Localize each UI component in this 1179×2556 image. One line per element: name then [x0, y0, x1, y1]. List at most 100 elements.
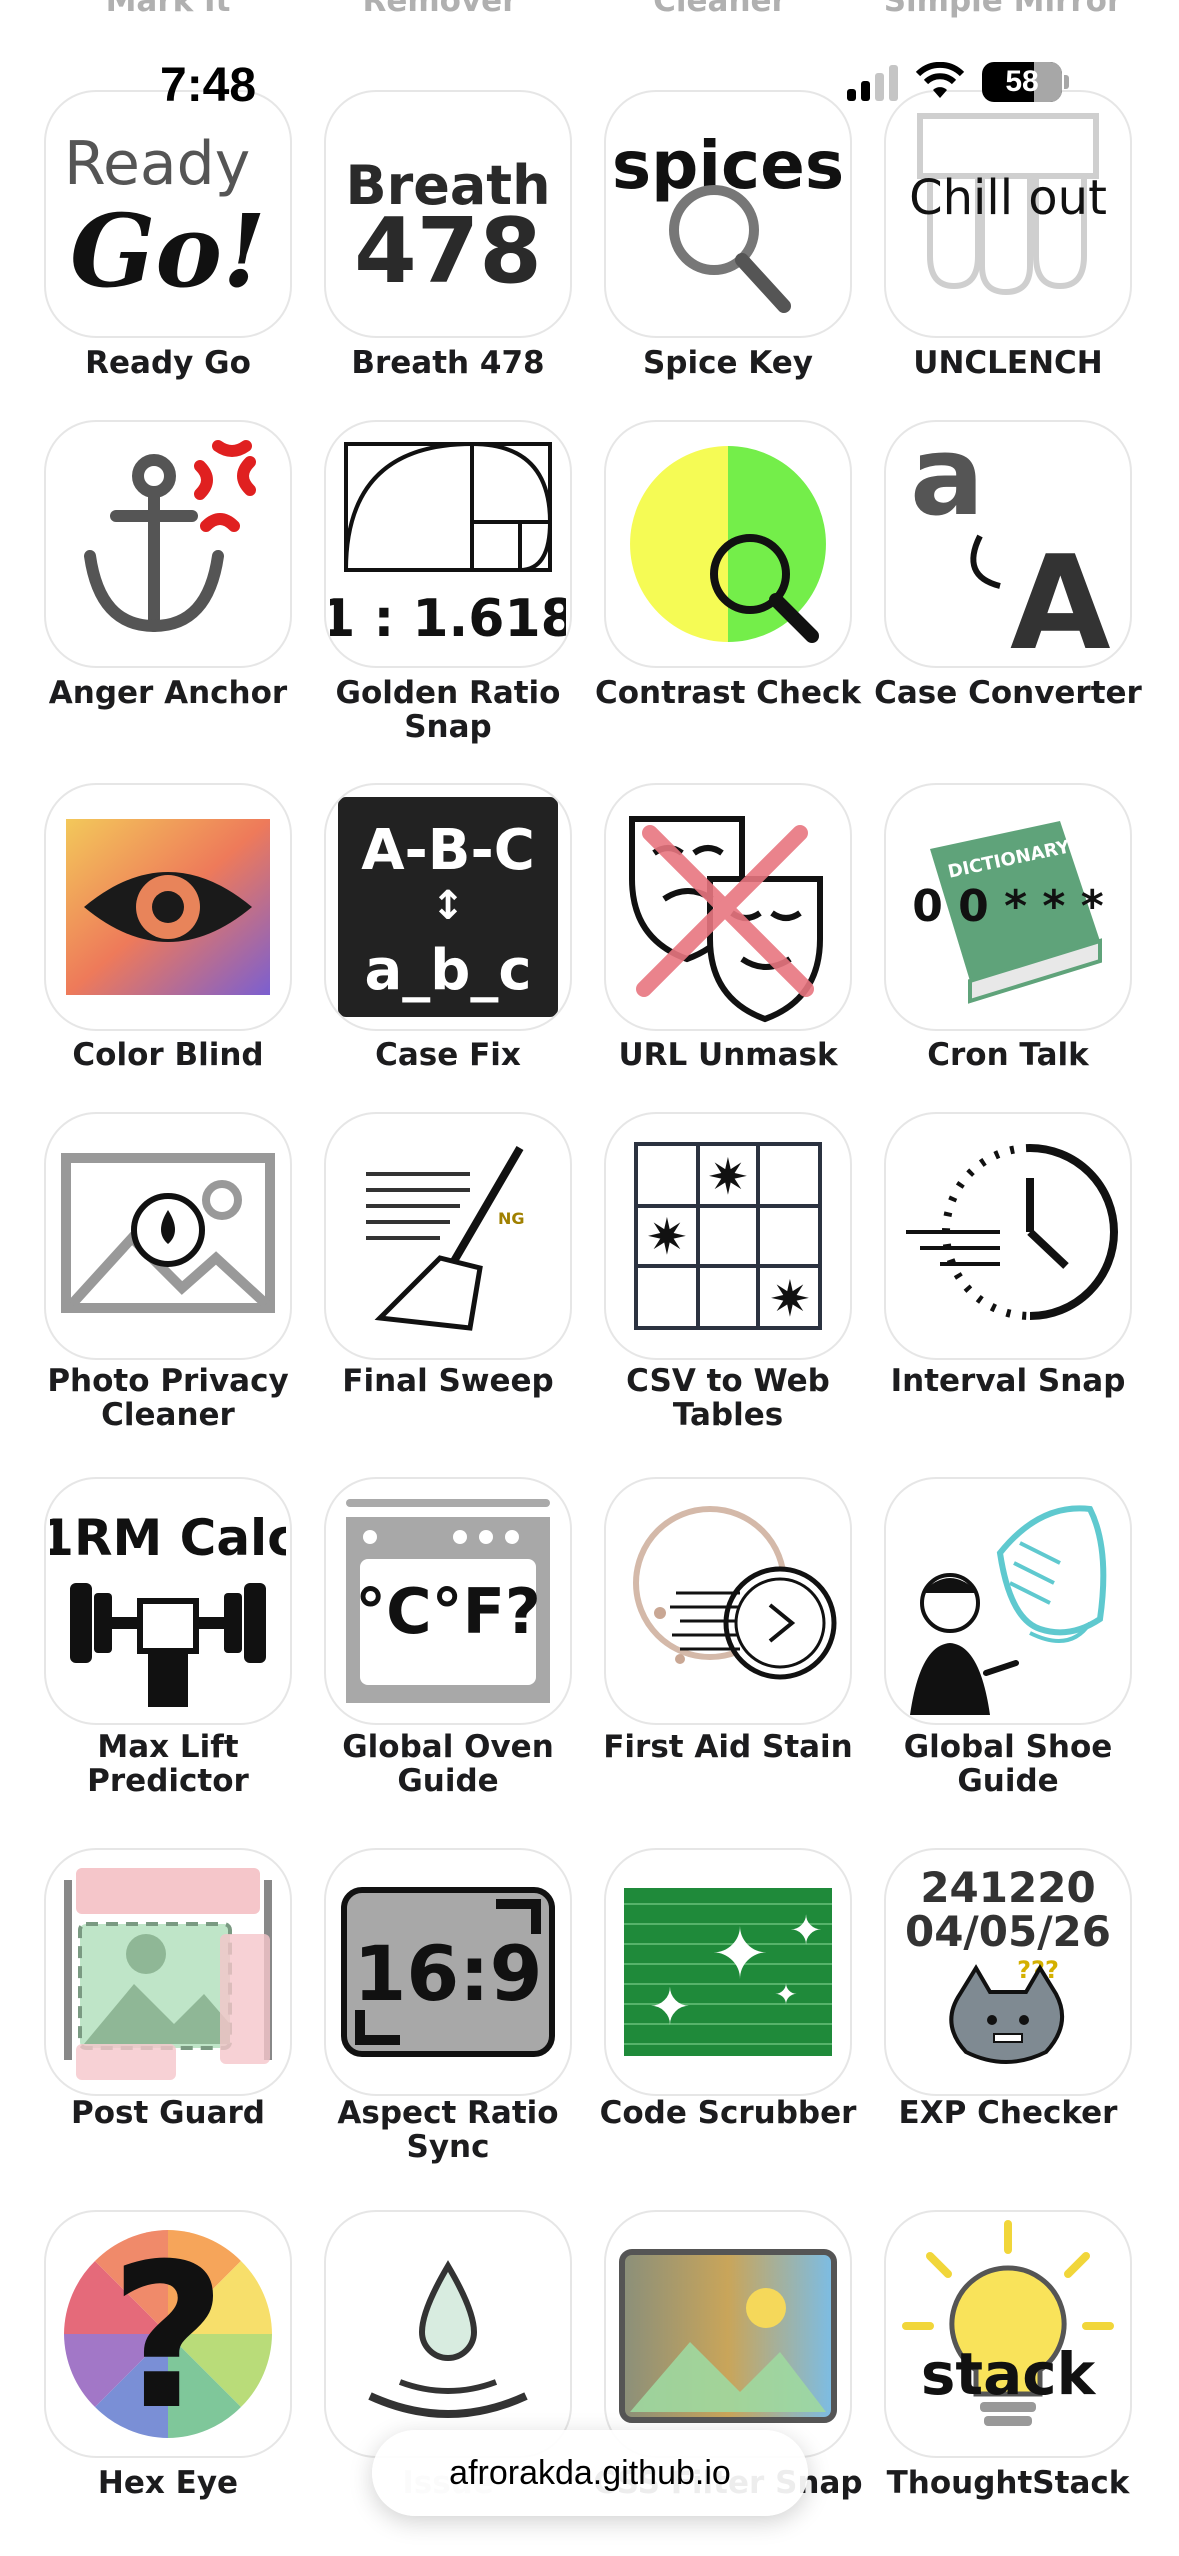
app-icon-hex-eye[interactable]: ?: [44, 2210, 292, 2458]
app-icon-exp-checker[interactable]: 241220 04/05/26 ???: [884, 1848, 1132, 2096]
app-icon-thoughtstack[interactable]: stack: [884, 2210, 1132, 2458]
app-icon-url-unmask[interactable]: [604, 783, 852, 1031]
case-converter-icon: a A: [910, 426, 1111, 662]
app-label[interactable]: Photo Privacy Cleaner: [28, 1364, 308, 1432]
app-label[interactable]: CSV to Web Tables: [588, 1364, 868, 1432]
app-label[interactable]: ThoughtStack: [868, 2466, 1148, 2500]
app-label[interactable]: Color Blind: [28, 1038, 308, 1072]
battery-level: 58: [1005, 65, 1039, 98]
app-label[interactable]: Anger Anchor: [28, 676, 308, 710]
breath-478-icon: Breath 478: [345, 154, 550, 304]
svg-text:✦: ✦: [774, 1978, 797, 2011]
app-icon-code-scrubber[interactable]: ✦ ✦ ✦ ✦: [604, 1848, 852, 2096]
chill-out-text: Chill out: [909, 170, 1107, 226]
oven-guide-icon: °C°F?: [346, 1499, 550, 1703]
app-icon-ready-go[interactable]: Ready Go!: [44, 90, 292, 338]
contrast-check-icon: [630, 446, 826, 643]
ng-text: NG: [498, 1209, 525, 1228]
ready-go-icon-text-1: Ready: [64, 129, 250, 199]
app-label[interactable]: URL Unmask: [588, 1038, 868, 1072]
battery-icon: 58: [982, 62, 1062, 102]
app-icon-aspect-ratio[interactable]: 16:9: [324, 1848, 572, 2096]
svg-text:✷: ✷: [707, 1148, 749, 1206]
code-scrubber-icon: ✦ ✦ ✦ ✦: [624, 1888, 832, 2056]
case-fix-arrow: ↕: [431, 883, 465, 929]
color-blind-icon: [66, 819, 270, 995]
shoe-guide-icon: [910, 1505, 1107, 1715]
app-icon-breath-478[interactable]: Breath 478: [324, 90, 572, 338]
app-label[interactable]: First Aid Stain: [588, 1730, 868, 1764]
app-label[interactable]: Global Shoe Guide: [868, 1730, 1148, 1798]
app-label[interactable]: Case Converter: [868, 676, 1148, 710]
app-label[interactable]: Contrast Check: [588, 676, 868, 710]
app-icon-color-blind[interactable]: [44, 783, 292, 1031]
app-label[interactable]: Breath 478: [308, 346, 588, 380]
app-label[interactable]: Hex Eye: [28, 2466, 308, 2500]
breath-icon-number: 478: [354, 199, 542, 304]
app-label[interactable]: Interval Snap: [868, 1364, 1148, 1398]
app-label-bracket-cleaner[interactable]: Bracket Cleaner: [590, 0, 850, 18]
battery-tip: [1064, 75, 1069, 89]
app-label[interactable]: Max Lift Predictor: [28, 1730, 308, 1798]
app-icon-max-lift[interactable]: 1RM Calc: [44, 1477, 292, 1725]
aspect-ratio-icon: 16:9: [341, 1887, 555, 2057]
app-label-simple-mirror[interactable]: Simple Mirror: [873, 0, 1133, 18]
app-icon-water-drop[interactable]: [324, 2210, 572, 2458]
photo-privacy-icon: [61, 1153, 275, 1313]
hex-eye-question: ?: [110, 2221, 226, 2452]
svg-text:✷: ✷: [769, 1270, 811, 1328]
anger-anchor-icon: [84, 440, 256, 633]
app-label[interactable]: Global Oven Guide: [308, 1730, 588, 1798]
css-filter-icon: [619, 2249, 837, 2423]
app-icon-oven-guide[interactable]: °C°F?: [324, 1477, 572, 1725]
app-icon-case-converter[interactable]: a A: [884, 420, 1132, 668]
app-label-mark-it[interactable]: Mark It: [38, 0, 298, 18]
max-lift-icon: 1RM Calc: [50, 1509, 286, 1707]
status-icons: 58: [847, 62, 1069, 102]
app-icon-first-aid-stain[interactable]: [604, 1477, 852, 1725]
app-label[interactable]: Aspect Ratio Sync: [308, 2096, 588, 2164]
app-label[interactable]: UNCLENCH: [868, 346, 1148, 380]
lowercase-a-text: a: [910, 426, 984, 540]
app-label[interactable]: Code Scrubber: [588, 2096, 868, 2130]
app-label[interactable]: Golden Ratio Snap: [308, 676, 588, 744]
unclench-icon: Chill out: [909, 113, 1107, 296]
ready-go-icon-text-2: Go!: [70, 192, 266, 310]
app-icon-interval-snap[interactable]: [884, 1112, 1132, 1360]
app-icon-photo-privacy[interactable]: [44, 1112, 292, 1360]
case-fix-lower: a_b_c: [364, 938, 531, 1003]
app-icon-csv-tables[interactable]: ✷ ✷ ✷: [604, 1112, 852, 1360]
app-icon-css-filter[interactable]: [604, 2210, 852, 2458]
app-icon-contrast-check[interactable]: [604, 420, 852, 668]
app-icon-spice-key[interactable]: spices: [604, 90, 852, 338]
svg-text:✦: ✦: [789, 1908, 823, 1954]
app-label[interactable]: Spice Key: [588, 346, 868, 380]
uppercase-a-text: A: [1010, 527, 1111, 662]
exp-date-1: 241220: [920, 1863, 1095, 1912]
case-fix-upper: A-B-C: [361, 818, 535, 883]
app-icon-final-sweep[interactable]: NG: [324, 1112, 572, 1360]
csv-tables-icon: ✷ ✷ ✷: [634, 1142, 822, 1330]
interval-snap-icon: [906, 1144, 1118, 1320]
app-label[interactable]: Ready Go: [28, 346, 308, 380]
app-label[interactable]: Post Guard: [28, 2096, 308, 2130]
cellular-signal-icon: [847, 63, 898, 101]
ratio-text: 16:9: [353, 1929, 542, 2018]
app-label[interactable]: EXP Checker: [868, 2096, 1148, 2130]
app-icon-golden-ratio[interactable]: 1 : 1.618: [324, 420, 572, 668]
app-icon-case-fix[interactable]: A-B-C ↕ a_b_c: [324, 783, 572, 1031]
stack-text: stack: [921, 2340, 1097, 2408]
hex-eye-icon: ?: [64, 2221, 272, 2452]
golden-ratio-icon: 1 : 1.618: [330, 441, 566, 649]
app-label[interactable]: Case Fix: [308, 1038, 588, 1072]
app-label[interactable]: Final Sweep: [308, 1364, 588, 1398]
address-bar[interactable]: afrorakda.github.io: [372, 2430, 808, 2516]
app-icon-cron-talk[interactable]: DICTIONARY 0 0 * * *: [884, 783, 1132, 1031]
app-icon-anger-anchor[interactable]: [44, 420, 292, 668]
golden-ratio-text: 1 : 1.618: [330, 589, 566, 649]
app-label[interactable]: Cron Talk: [868, 1038, 1148, 1072]
app-label-invisible-char-remover[interactable]: Invisible Char Remover: [310, 0, 570, 18]
app-icon-shoe-guide[interactable]: [884, 1477, 1132, 1725]
app-icon-post-guard[interactable]: [44, 1848, 292, 2096]
app-icon-unclench[interactable]: Chill out: [884, 90, 1132, 338]
